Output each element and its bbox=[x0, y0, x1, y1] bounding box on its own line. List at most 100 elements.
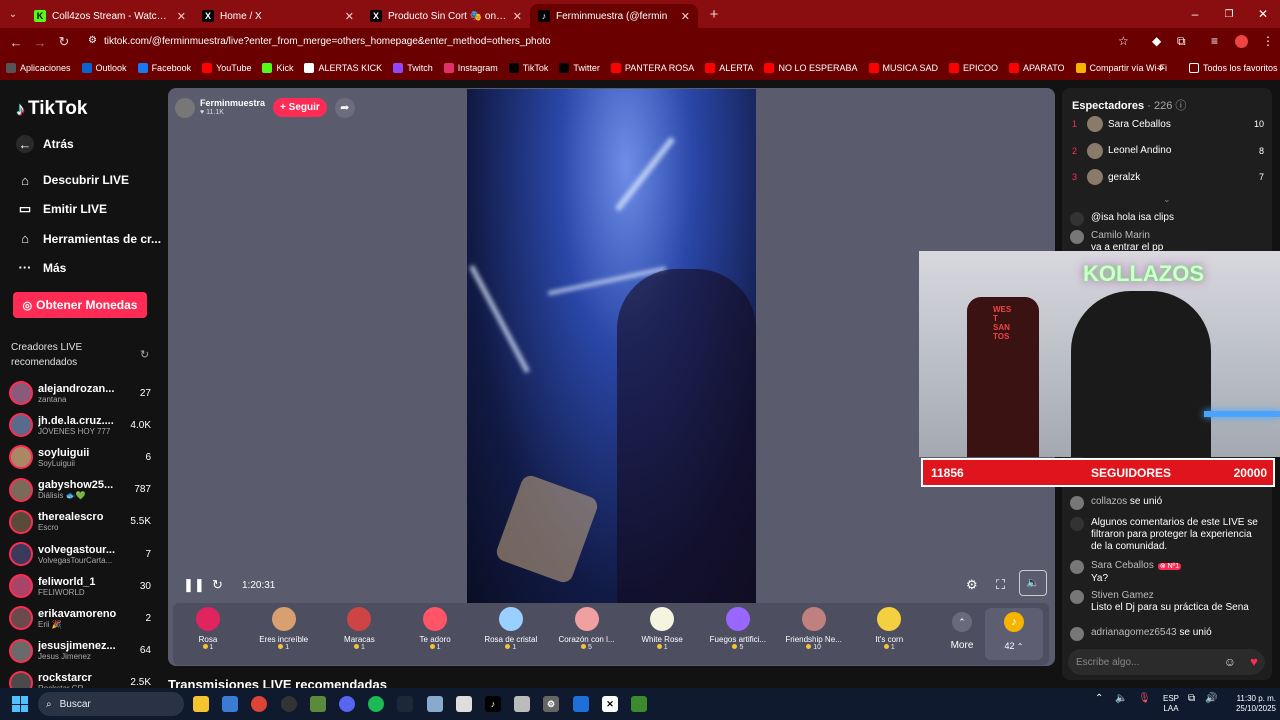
recommended-creator[interactable]: erikavamoreno Erii 🎉 2 bbox=[9, 603, 151, 633]
chat-avatar[interactable] bbox=[1070, 590, 1084, 604]
extension-icon[interactable]: ◆ bbox=[1152, 34, 1161, 48]
recommended-creator[interactable]: jh.de.la.cruz.... JÓVENES HOY 777 4.0K bbox=[9, 410, 151, 440]
bookmark-item[interactable]: YouTube bbox=[202, 63, 251, 73]
replay-icon[interactable]: ↻ bbox=[212, 577, 223, 593]
chat-input[interactable]: Escribe algo... ☺ bbox=[1068, 649, 1264, 675]
browser-tab[interactable]: ♪ Ferminmuestra (@fermin ✕ bbox=[530, 4, 698, 28]
clock[interactable]: 11:30 p. m. 25/10/2025 bbox=[1222, 694, 1276, 714]
gift-item[interactable]: Maracas 1 bbox=[322, 607, 396, 651]
follow-button[interactable]: + Seguir bbox=[273, 98, 327, 117]
close-window-icon[interactable]: ✕ bbox=[1246, 7, 1280, 21]
bookmark-item[interactable]: Outlook bbox=[81, 63, 127, 73]
tab-close-icon[interactable]: ✕ bbox=[513, 10, 522, 23]
volume-icon[interactable]: 🔈 bbox=[1019, 570, 1047, 596]
chat-avatar[interactable] bbox=[1070, 627, 1084, 641]
bookmark-item[interactable]: Compartir vía Wi-Fi bbox=[1075, 63, 1167, 73]
gift-item[interactable]: Friendship Ne... 10 bbox=[777, 607, 851, 651]
gift-item[interactable]: White Rose 1 bbox=[625, 607, 699, 651]
bookmark-star-icon[interactable]: ☆ bbox=[1118, 34, 1129, 48]
bookmark-item[interactable]: Kick bbox=[262, 63, 293, 73]
language-indicator[interactable]: ESP LAA bbox=[1160, 694, 1182, 714]
forward-arrow-icon[interactable]: → bbox=[28, 35, 52, 50]
expand-chevron-icon[interactable]: ⌄ bbox=[1163, 194, 1171, 205]
new-tab-button[interactable]: + bbox=[702, 6, 726, 23]
speaker-icon[interactable]: 🔈 bbox=[1115, 694, 1127, 704]
recommended-creator[interactable]: jesusjimenez... Jesus Jimenez 64 bbox=[9, 636, 151, 666]
chat-avatar[interactable] bbox=[1070, 517, 1084, 531]
chat-avatar[interactable] bbox=[1070, 230, 1084, 244]
sidebar-nav-item[interactable]: ⌂ Herramientas de cr... bbox=[16, 230, 161, 248]
mic-icon[interactable]: 🎙 bbox=[1138, 694, 1151, 704]
browser-menu-icon[interactable]: ⋮ bbox=[1262, 34, 1274, 48]
browser-tab[interactable]: X Home / X ✕ bbox=[194, 4, 362, 28]
sidebar-nav-item[interactable]: ··· Más bbox=[16, 259, 67, 277]
settings-icon[interactable]: ⚙ bbox=[966, 577, 978, 593]
recommended-creator[interactable]: alejandrozan... zantana 27 bbox=[9, 378, 151, 408]
info-icon[interactable]: ⓘ bbox=[1175, 100, 1186, 112]
tab-search-button[interactable]: ⌄ bbox=[0, 9, 26, 20]
discord-icon[interactable] bbox=[339, 696, 355, 712]
maximize-icon[interactable]: ❐ bbox=[1212, 9, 1246, 20]
bookmark-item[interactable]: MUSICA SAD bbox=[868, 63, 938, 73]
bookmark-item[interactable]: Instagram bbox=[443, 63, 498, 73]
emoji-icon[interactable]: ☺ bbox=[1224, 655, 1236, 669]
chat-username[interactable]: Stiven Gamez bbox=[1091, 590, 1154, 601]
share-icon[interactable]: ➦ bbox=[334, 97, 355, 118]
recommended-creator[interactable]: gabyshow25... Diálisis 🐟💚 787 bbox=[9, 475, 151, 505]
bookmark-item[interactable]: APARATO bbox=[1009, 63, 1065, 73]
app3-icon[interactable] bbox=[573, 696, 589, 712]
tray-chevron-icon[interactable]: ⌃ bbox=[1095, 694, 1103, 704]
host-avatar[interactable] bbox=[175, 97, 195, 118]
gift-item[interactable]: It's corn 1 bbox=[852, 607, 926, 651]
tab-close-icon[interactable]: ✕ bbox=[345, 10, 354, 23]
file-explorer-icon[interactable] bbox=[193, 696, 209, 712]
bookmarks-overflow[interactable]: » bbox=[1158, 62, 1164, 74]
browser-tab[interactable]: K Coll4zos Stream - Watch Live o ✕ bbox=[26, 4, 194, 28]
refresh-icon[interactable]: ↻ bbox=[140, 348, 149, 361]
recommended-creator[interactable]: volvegastour... VolvegasTourCarta... 7 bbox=[9, 539, 151, 569]
app2-icon[interactable] bbox=[427, 696, 443, 712]
host-name[interactable]: Ferminmuestra bbox=[200, 98, 265, 108]
chat-username[interactable]: collazos bbox=[1091, 496, 1127, 507]
browser-tab[interactable]: X Producto Sin Cort 🎭 on X: "Aqu ✕ bbox=[362, 4, 530, 28]
sidebar-nav-item[interactable]: ⌂ Descubrir LIVE bbox=[16, 171, 129, 189]
bookmark-item[interactable]: TikTok bbox=[508, 63, 548, 73]
recommended-creator[interactable]: soyluiguii SoyLuiguii 6 bbox=[9, 442, 151, 472]
gift-item[interactable]: Corazón con l... 5 bbox=[550, 607, 624, 651]
back-arrow-icon[interactable]: ← bbox=[4, 35, 28, 50]
top-viewer-row[interactable]: 2 Leonel Andino 8 bbox=[1072, 142, 1264, 160]
more-gifts-button[interactable]: ⌃ More bbox=[942, 606, 982, 651]
gift-item[interactable]: Eres increíble 1 bbox=[247, 607, 321, 651]
steam-icon[interactable] bbox=[397, 696, 413, 712]
taskbar-search[interactable]: ⌕ Buscar bbox=[38, 692, 184, 716]
coin-balance[interactable]: ♪ 42 ⌃ bbox=[985, 608, 1043, 660]
volume-tray-icon[interactable]: 🔊 bbox=[1205, 694, 1217, 704]
fullscreen-icon[interactable]: ⛶ bbox=[996, 577, 1005, 593]
bookmark-item[interactable]: NO LO ESPERABA bbox=[764, 63, 858, 73]
site-settings-icon[interactable]: ⚙ bbox=[88, 35, 97, 46]
all-favorites-folder[interactable]: Todos los favoritos bbox=[1189, 63, 1278, 73]
obs-icon[interactable] bbox=[281, 696, 297, 712]
chat-avatar[interactable] bbox=[1070, 212, 1084, 226]
chat-avatar[interactable] bbox=[1070, 496, 1084, 510]
recommended-creator[interactable]: feliworld_1 FELIWORLD 30 bbox=[9, 571, 151, 601]
recycle-icon[interactable] bbox=[514, 696, 530, 712]
profile-avatar[interactable] bbox=[1235, 35, 1248, 48]
get-coins-button[interactable]: ◎ Obtener Monedas bbox=[13, 292, 147, 318]
gift-item[interactable]: Rosa 1 bbox=[171, 607, 245, 651]
chrome-icon[interactable] bbox=[251, 696, 267, 712]
media-control-icon[interactable]: ≡ bbox=[1211, 34, 1218, 48]
minecraft-icon[interactable] bbox=[631, 696, 647, 712]
chat-username[interactable]: Sara Ceballos bbox=[1091, 560, 1154, 571]
top-viewer-row[interactable]: 3 geralzk 7 bbox=[1072, 168, 1264, 186]
windows-start-icon[interactable] bbox=[12, 696, 28, 712]
pause-icon[interactable]: ❚❚ bbox=[183, 577, 205, 593]
gift-item[interactable]: Te adoro 1 bbox=[398, 607, 472, 651]
minimize-icon[interactable]: – bbox=[1178, 7, 1212, 21]
like-heart-icon[interactable]: ♥ bbox=[1243, 651, 1265, 673]
bookmark-item[interactable]: Facebook bbox=[137, 63, 191, 73]
bookmark-item[interactable]: PANTERA ROSA bbox=[610, 63, 694, 73]
bookmark-item[interactable]: EPICOO bbox=[949, 63, 998, 73]
chat-username[interactable]: Camilo Marin bbox=[1091, 230, 1150, 241]
url-field[interactable]: tiktok.com/@ferminmuestra/live?enter_fro… bbox=[104, 36, 551, 47]
